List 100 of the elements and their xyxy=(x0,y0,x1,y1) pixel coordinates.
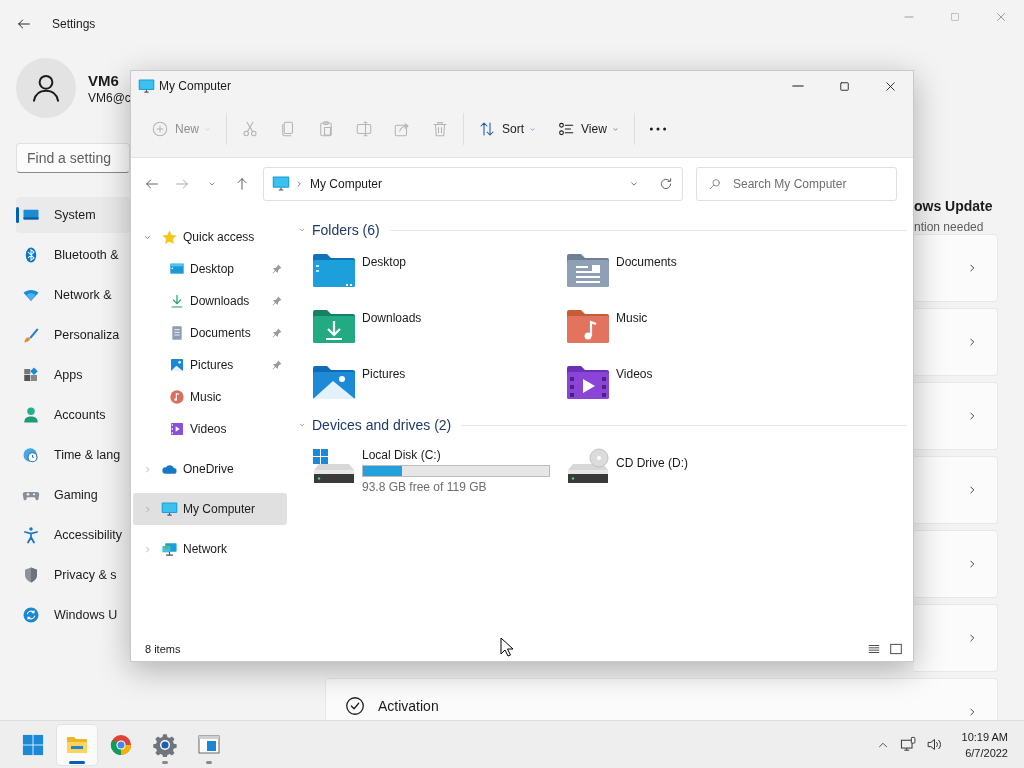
taskbar-app[interactable] xyxy=(57,724,97,765)
settings-card[interactable] xyxy=(914,234,998,302)
forward-arrow-icon xyxy=(174,176,190,192)
folder-item[interactable]: Desktop xyxy=(312,246,566,302)
drive-item[interactable]: CD Drive (D:) xyxy=(566,441,820,497)
tree-item[interactable]: Music xyxy=(133,381,287,413)
settings-card[interactable] xyxy=(914,530,998,598)
folder-item[interactable]: Videos xyxy=(566,358,820,414)
browser-icon xyxy=(109,732,133,757)
refresh-icon xyxy=(658,176,674,192)
view-button[interactable]: View xyxy=(551,111,626,147)
folder-item[interactable]: Downloads xyxy=(312,302,566,358)
folder-item[interactable]: Pictures xyxy=(312,358,566,414)
up-arrow-icon xyxy=(234,176,250,192)
close-icon xyxy=(994,10,1008,24)
free-space-text: 93.8 GB free of 119 GB xyxy=(362,480,488,494)
video-folder-icon xyxy=(566,365,610,401)
item-count: 8 items xyxy=(145,643,181,655)
minimize-icon xyxy=(792,85,804,87)
tree-item[interactable]: Pictures xyxy=(133,349,287,381)
window-title: My Computer xyxy=(159,79,232,93)
document-folder-icon xyxy=(566,253,610,289)
nav-item[interactable]: Gaming xyxy=(16,477,130,513)
folder-item[interactable]: Music xyxy=(566,302,820,358)
music-folder-icon xyxy=(566,309,610,345)
nav-item[interactable]: Accounts xyxy=(16,397,130,433)
nav-item[interactable]: Time & lang xyxy=(16,437,130,473)
tree-item[interactable]: Quick access xyxy=(133,221,287,253)
user-name: VM6 xyxy=(88,71,120,89)
drive-item[interactable]: Local Disk (C:) 93.8 GB free of 119 GB xyxy=(312,441,566,497)
tree-item[interactable]: Documents xyxy=(133,317,287,349)
desktop-folder-icon xyxy=(312,253,356,289)
tree-item[interactable]: Downloads xyxy=(133,285,287,317)
picture-folder-icon xyxy=(312,365,356,401)
shield-icon xyxy=(22,566,40,584)
download-folder-icon xyxy=(312,309,356,345)
computer-icon xyxy=(272,175,290,193)
address-bar[interactable]: My Computer xyxy=(263,167,683,201)
settings-card[interactable] xyxy=(914,382,998,450)
tree-item[interactable]: Videos xyxy=(133,413,287,445)
app-window-icon xyxy=(197,732,221,757)
nav-item[interactable]: Apps xyxy=(16,357,130,393)
document-icon xyxy=(169,325,185,341)
search-icon xyxy=(708,177,722,191)
back-arrow-icon xyxy=(16,16,32,32)
settings-card[interactable] xyxy=(914,308,998,376)
nav-item[interactable]: Bluetooth & xyxy=(16,237,130,273)
mouse-pointer-icon xyxy=(500,637,514,657)
folder-item[interactable]: Documents xyxy=(566,246,820,302)
computer-icon xyxy=(161,500,178,518)
picture-icon xyxy=(169,357,185,373)
nav-item[interactable]: Personaliza xyxy=(16,317,130,353)
settings-card[interactable] xyxy=(914,604,998,672)
search-field[interactable]: Find a setting xyxy=(16,143,130,173)
section-header[interactable]: Folders (6) xyxy=(312,222,380,238)
back-button[interactable] xyxy=(16,16,32,32)
tree-item[interactable]: OneDrive xyxy=(133,453,287,485)
network-monitor-icon xyxy=(900,736,917,753)
settings-card[interactable]: Activation xyxy=(325,678,998,720)
update-title: ows Update xyxy=(914,198,994,214)
sync-icon xyxy=(22,606,40,624)
clock[interactable]: 10:19 AM 6/7/2022 xyxy=(961,728,1008,761)
search-field[interactable]: Search My Computer xyxy=(696,167,897,201)
sort-button[interactable]: Sort xyxy=(472,111,544,147)
nav-item[interactable]: System xyxy=(16,197,130,233)
globe-clock-icon xyxy=(22,446,40,464)
card-title: Activation xyxy=(378,698,439,714)
accessibility-icon xyxy=(22,526,40,544)
section-header[interactable]: Devices and drives (2) xyxy=(312,417,452,433)
person-icon xyxy=(22,406,40,424)
speaker-icon xyxy=(926,736,943,753)
tree-item[interactable]: Network xyxy=(133,533,287,565)
list-icon xyxy=(867,642,881,656)
nav-item[interactable]: Accessibility xyxy=(16,517,130,553)
window-title: Settings xyxy=(52,17,96,31)
download-icon xyxy=(169,293,185,309)
breadcrumb[interactable]: My Computer xyxy=(310,177,383,191)
settings-card[interactable] xyxy=(914,456,998,524)
cd-drive-icon xyxy=(566,448,610,484)
nav-item[interactable]: Windows U xyxy=(16,597,130,633)
star-icon xyxy=(161,228,178,246)
hard-drive-icon xyxy=(312,448,356,484)
update-status: ntion needed xyxy=(914,220,985,234)
user-email: VM6@c xyxy=(88,90,131,105)
music-icon xyxy=(169,389,185,405)
video-icon xyxy=(169,421,185,437)
apps-icon xyxy=(22,366,40,384)
running-indicator xyxy=(69,760,85,764)
nav-item[interactable]: Privacy & s xyxy=(16,557,130,593)
running-indicator xyxy=(162,760,168,764)
tree-item[interactable]: My Computer xyxy=(133,493,287,525)
computer-icon xyxy=(138,77,155,95)
maximize-icon xyxy=(948,10,962,24)
windows-logo-icon xyxy=(22,733,44,756)
check-circle-icon xyxy=(344,695,366,717)
nav-item[interactable]: Network & xyxy=(16,277,130,313)
gear-icon xyxy=(153,732,177,757)
square-icon xyxy=(889,642,903,656)
back-arrow-icon xyxy=(144,176,160,192)
tree-item[interactable]: Desktop xyxy=(133,253,287,285)
